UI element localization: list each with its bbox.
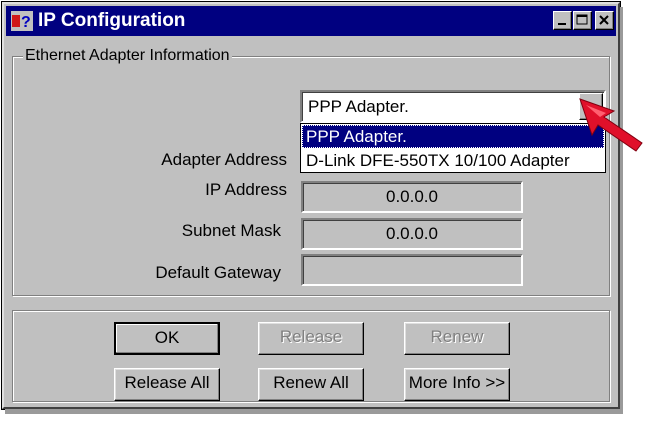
maximize-button[interactable] xyxy=(573,11,592,30)
title-bar[interactable]: ? IP Configuration xyxy=(6,6,616,36)
close-button[interactable] xyxy=(595,11,614,30)
ip-configuration-window: ? IP Configuration Ethernet Adapter Info… xyxy=(2,2,620,409)
renew-all-button[interactable]: Renew All xyxy=(258,368,364,401)
release-button[interactable]: Release xyxy=(258,322,364,355)
adapter-address-label: Adapter Address xyxy=(161,150,287,169)
adapter-dropdown-list: PPP Adapter. D-Link DFE-550TX 10/100 Ada… xyxy=(300,123,606,173)
svg-text:?: ? xyxy=(21,14,31,31)
release-all-button[interactable]: Release All xyxy=(114,368,220,401)
subnet-mask-label: Subnet Mask xyxy=(181,221,281,240)
subnet-mask-field: 0.0.0.0 xyxy=(301,218,523,250)
group-label: Ethernet Adapter Information xyxy=(23,46,232,66)
more-info-button[interactable]: More Info >> xyxy=(404,368,510,401)
minimize-button[interactable] xyxy=(553,11,572,30)
maximize-icon xyxy=(576,14,588,25)
help-question-icon: ? xyxy=(11,11,33,31)
ip-address-label: IP Address xyxy=(205,180,287,199)
dropdown-option-dlink[interactable]: D-Link DFE-550TX 10/100 Adapter xyxy=(302,149,604,172)
renew-button[interactable]: Renew xyxy=(404,322,510,355)
minimize-icon xyxy=(558,23,566,25)
default-gateway-label: Default Gateway xyxy=(155,263,281,282)
adapter-select-value: PPP Adapter. xyxy=(308,97,409,116)
ok-button[interactable]: OK xyxy=(114,322,220,355)
ip-address-field: 0.0.0.0 xyxy=(301,181,523,213)
default-gateway-field xyxy=(301,254,523,286)
adapter-select[interactable]: PPP Adapter. xyxy=(300,90,606,123)
close-icon xyxy=(599,15,609,25)
window-title: IP Configuration xyxy=(38,10,186,31)
pointer-arrow-icon xyxy=(579,98,643,152)
dropdown-option-ppp[interactable]: PPP Adapter. xyxy=(302,125,604,148)
